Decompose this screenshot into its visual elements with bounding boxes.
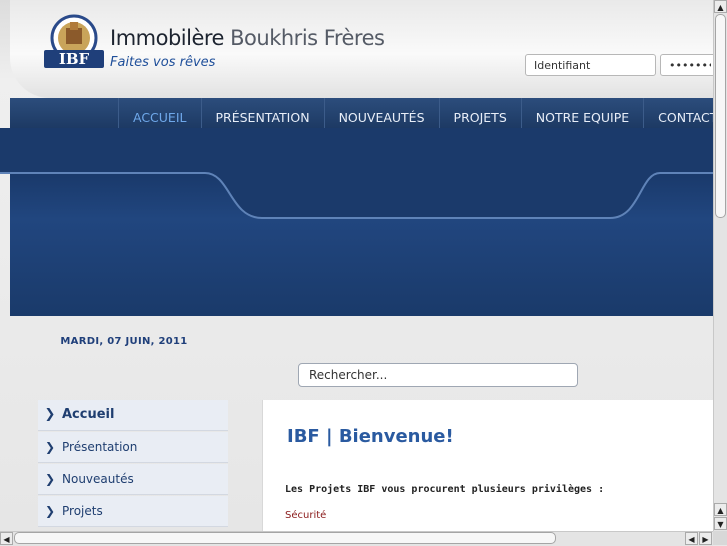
- chevron-right-icon: ❯: [44, 407, 56, 422]
- brand-name-light: Boukhris Frères: [223, 26, 385, 50]
- sidebar-menu: ❯ Accueil ❯ Présentation ❯ Nouveautés ❯ Proj…: [38, 400, 228, 528]
- scroll-up-icon[interactable]: ▲: [714, 0, 727, 13]
- sidebar-item-presentation[interactable]: ❯ Présentation: [38, 432, 228, 463]
- horizontal-scroll-thumb[interactable]: [14, 532, 556, 544]
- page: IBF Immobilère Boukhris Frères Faites vo…: [0, 0, 713, 531]
- svg-text:IBF: IBF: [59, 50, 90, 68]
- scroll-left-icon[interactable]: ◀: [0, 532, 13, 545]
- brand-name: Immobilère Boukhris Frères: [110, 26, 385, 50]
- scroll-up-icon[interactable]: ▲: [714, 503, 727, 516]
- scroll-left-icon[interactable]: ◀: [685, 532, 698, 545]
- sidebar-item-projets[interactable]: ❯ Projets: [38, 496, 228, 527]
- scroll-down-icon[interactable]: ▼: [714, 517, 727, 530]
- scrollbar-corner: [713, 531, 727, 545]
- vertical-scroll-thumb[interactable]: [715, 14, 726, 218]
- privilege-item: Sécurité: [285, 510, 327, 521]
- page-title: IBF | Bienvenue!: [287, 426, 454, 447]
- logo-emblem[interactable]: IBF: [42, 14, 106, 70]
- sidebar-item-label: Projets: [62, 504, 103, 518]
- brand-tagline: Faites vos rêves: [110, 55, 216, 70]
- sidebar-item-label: Nouveautés: [62, 472, 134, 486]
- brand-name-strong: Immobilère: [110, 26, 224, 50]
- password-field[interactable]: [660, 54, 713, 76]
- sidebar-item-nouveautes[interactable]: ❯ Nouveautés: [38, 464, 228, 495]
- header: IBF Immobilère Boukhris Frères Faites vo…: [10, 0, 713, 98]
- intro-text: Les Projets IBF vous procurent plusieurs…: [285, 484, 605, 495]
- sidebar-item-label: Présentation: [62, 440, 138, 454]
- chevron-right-icon: ❯: [44, 440, 56, 454]
- chevron-right-icon: ❯: [44, 472, 56, 486]
- scroll-right-icon[interactable]: ▶: [699, 532, 712, 545]
- chevron-right-icon: ❯: [44, 504, 56, 518]
- sidebar-item-label: Accueil: [62, 407, 115, 422]
- username-field[interactable]: [525, 54, 656, 76]
- banner-wave: [0, 128, 713, 219]
- main-content: IBF | Bienvenue! Les Projets IBF vous pr…: [262, 400, 713, 531]
- search-input[interactable]: [298, 363, 578, 387]
- current-date: MARDI, 07 JUIN, 2011: [60, 336, 188, 347]
- sidebar-item-accueil[interactable]: ❯ Accueil: [38, 400, 228, 431]
